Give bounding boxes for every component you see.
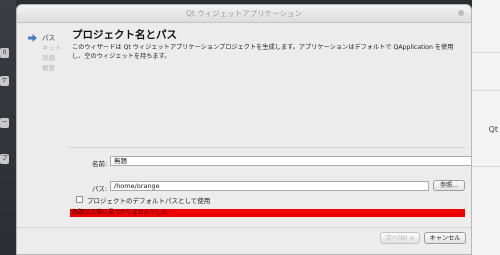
page-title: プロジェクト名とパス (72, 29, 177, 41)
step-label: 詳細 (42, 54, 55, 62)
step-kit: キット (17, 43, 67, 53)
desktop-chip: ケ (0, 76, 9, 86)
background-window-edge: Qt (472, 0, 500, 255)
step-label: 概要 (42, 64, 55, 72)
wizard-window: Qt ウィジェットアプリケーション パス キット 詳細 概要 プロジェクト名とパ… (16, 4, 472, 255)
step-path: パス (17, 33, 67, 43)
step-label: キット (42, 44, 62, 52)
step-details: 詳細 (17, 53, 67, 63)
name-field[interactable]: 無題 (110, 156, 471, 166)
path-label: パス: (92, 185, 108, 193)
divider (17, 227, 471, 228)
error-banner: 無題は正常に見つかりませんでした (70, 209, 465, 217)
divider (472, 52, 500, 53)
desktop-chip: プ (0, 154, 9, 164)
desktop-chip: 0 (0, 48, 9, 58)
name-label: 名前: (92, 160, 108, 168)
step-label: パス (42, 34, 55, 42)
browse-button[interactable]: 参照... (433, 180, 465, 191)
error-message: 無題は正常に見つかりませんでした (72, 209, 168, 216)
divider (472, 90, 500, 91)
desktop-left-edge: 0 ケ ー プ (0, 0, 16, 255)
divider (472, 166, 500, 167)
project-form: 名前: 無題 パス: /home/orange 参照... プロジェクトのデフォ… (70, 147, 471, 206)
step-summary: 概要 (17, 63, 67, 73)
desktop-chip: ー (0, 118, 9, 128)
next-button[interactable]: 次へ(N) > (380, 232, 420, 244)
wizard-steps: パス キット 詳細 概要 (17, 33, 67, 73)
current-step-arrow-icon (28, 34, 37, 42)
path-field[interactable]: /home/orange (110, 181, 429, 191)
close-icon[interactable] (458, 10, 464, 16)
default-path-label[interactable]: プロジェクトのデフォルトパスとして使用 (87, 195, 210, 205)
cancel-button[interactable]: キャンセル (424, 232, 466, 244)
title-bar[interactable]: Qt ウィジェットアプリケーション (17, 5, 471, 23)
background-window-text: Qt (488, 125, 498, 134)
page-description: このウィザードは Qt ウィジェットアプリケーションプロジェクトを生成します。ア… (72, 44, 454, 60)
default-path-checkbox[interactable] (76, 196, 83, 203)
window-title: Qt ウィジェットアプリケーション (185, 9, 303, 18)
